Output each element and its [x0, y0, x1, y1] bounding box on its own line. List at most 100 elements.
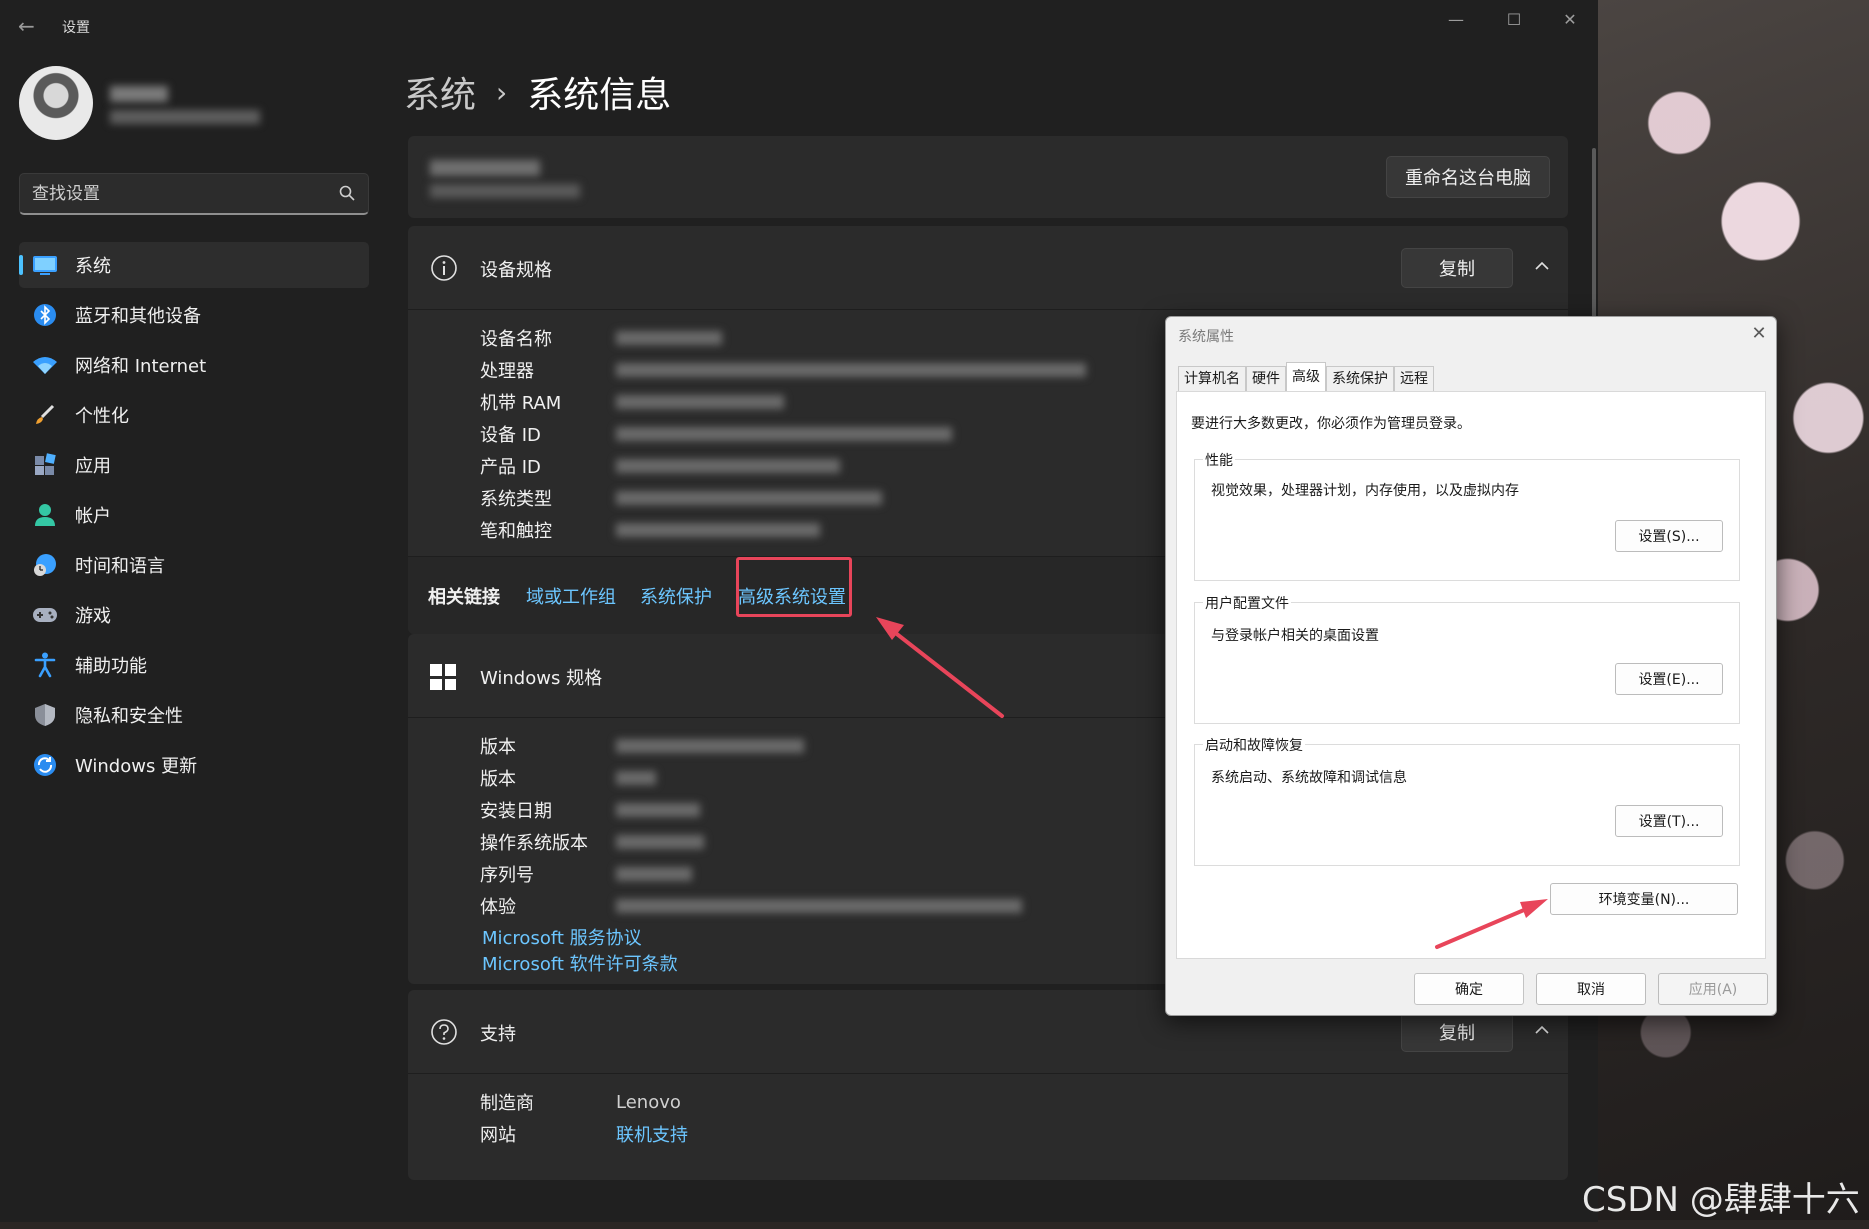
spec-row: 机带 RAM	[480, 386, 1086, 418]
rename-pc-button[interactable]: 重命名这台电脑	[1386, 156, 1550, 198]
sidebar-item-label: 蓝牙和其他设备	[75, 306, 201, 327]
sidebar-item-privacy[interactable]: 隐私和安全性	[19, 692, 369, 738]
spec-label: 笔和触控	[480, 521, 552, 542]
performance-settings-button[interactable]: 设置(S)...	[1615, 520, 1723, 552]
sidebar-item-label: 网络和 Internet	[75, 356, 207, 377]
sidebar-item-label: 辅助功能	[75, 656, 147, 677]
close-icon[interactable]: ✕	[1748, 323, 1770, 345]
startup-recovery-label: 启动和故障恢复	[1203, 735, 1305, 755]
breadcrumb-parent[interactable]: 系统	[404, 66, 476, 118]
sidebar-item-apps[interactable]: 应用	[19, 442, 369, 488]
copy-device-spec-button[interactable]: 复制	[1401, 248, 1513, 288]
system-protection-link[interactable]: 系统保护	[640, 583, 712, 609]
spec-label: 设备名称	[480, 329, 552, 350]
windows-logo-icon	[430, 664, 456, 690]
environment-variables-button[interactable]: 环境变量(N)...	[1550, 883, 1738, 915]
spec-row: 系统类型	[480, 482, 1086, 514]
spec-value-redacted	[616, 523, 820, 537]
spec-label: 体验	[480, 897, 516, 918]
support-title: 支持	[480, 1024, 516, 1045]
chevron-up-icon[interactable]	[1532, 256, 1552, 276]
back-arrow-icon[interactable]: ←	[18, 14, 42, 38]
sidebar-item-windows-update[interactable]: Windows 更新	[19, 742, 369, 788]
spec-label: 版本	[480, 737, 516, 758]
sidebar-item-label: 应用	[75, 456, 111, 477]
spec-row: 网站 联机支持	[480, 1118, 688, 1150]
profile-email-redacted	[110, 110, 260, 124]
spec-row: 序列号	[480, 858, 1022, 890]
manufacturer-label: 制造商	[480, 1093, 534, 1114]
spec-label: 处理器	[480, 361, 534, 382]
device-spec-rows: 设备名称 处理器 机带 RAM 设备 ID 产品 ID 系统类型 笔和触控	[480, 322, 1086, 546]
maximize-button[interactable]: ☐	[1494, 6, 1534, 34]
search-icon[interactable]	[338, 184, 356, 202]
sidebar-item-personalization[interactable]: 个性化	[19, 392, 369, 438]
startup-recovery-settings-button[interactable]: 设置(T)...	[1615, 805, 1723, 837]
tab-system-protection[interactable]: 系统保护	[1326, 366, 1394, 392]
spec-value-redacted	[616, 899, 1022, 913]
sidebar-item-label: 个性化	[75, 406, 129, 427]
copy-support-button[interactable]: 复制	[1401, 1012, 1513, 1052]
spec-value-redacted	[616, 427, 952, 441]
csdn-watermark: CSDN @肆肆十六	[1582, 1180, 1860, 1220]
ms-service-agreement-link[interactable]: Microsoft 服务协议	[482, 924, 642, 950]
spec-value-redacted	[616, 331, 722, 345]
windows-spec-rows: 版本 版本 安装日期 操作系统版本 序列号 体验	[480, 730, 1022, 922]
tab-computer-name[interactable]: 计算机名	[1178, 366, 1246, 392]
highlight-annotation-box	[736, 557, 852, 617]
online-support-link[interactable]: 联机支持	[616, 1121, 688, 1147]
spec-value-redacted	[616, 835, 704, 849]
chevron-up-icon[interactable]	[1532, 1020, 1552, 1040]
spec-value-redacted	[616, 771, 656, 785]
ms-license-terms-link[interactable]: Microsoft 软件许可条款	[482, 950, 678, 976]
ok-button[interactable]: 确定	[1414, 973, 1524, 1005]
shield-icon	[31, 701, 59, 729]
sidebar-item-network[interactable]: 网络和 Internet	[19, 342, 369, 388]
tab-remote[interactable]: 远程	[1394, 366, 1434, 392]
spec-label: 操作系统版本	[480, 833, 588, 854]
search-input[interactable]	[32, 183, 322, 205]
sidebar-item-label: 时间和语言	[75, 556, 165, 577]
sidebar-item-accessibility[interactable]: 辅助功能	[19, 642, 369, 688]
domain-workgroup-link[interactable]: 域或工作组	[526, 583, 616, 609]
sidebar-item-system[interactable]: 系统	[19, 242, 369, 288]
minimize-button[interactable]: —	[1436, 6, 1476, 34]
brush-icon	[31, 401, 59, 429]
spec-value-redacted	[616, 363, 1086, 377]
apply-button[interactable]: 应用(A)	[1658, 973, 1768, 1005]
close-button[interactable]: ✕	[1550, 6, 1590, 34]
wifi-icon	[31, 351, 59, 379]
search-box	[19, 173, 369, 215]
spec-row: 设备 ID	[480, 418, 1086, 450]
spec-label: 机带 RAM	[480, 393, 562, 414]
sidebar-item-gaming[interactable]: 游戏	[19, 592, 369, 638]
sidebar-item-accounts[interactable]: 帐户	[19, 492, 369, 538]
spec-label: 设备 ID	[480, 425, 541, 446]
spec-value-redacted	[616, 739, 804, 753]
profile-name-redacted	[110, 86, 168, 102]
tab-hardware[interactable]: 硬件	[1246, 366, 1286, 392]
spec-label: 序列号	[480, 865, 534, 886]
user-profiles-settings-button[interactable]: 设置(E)...	[1615, 663, 1723, 695]
spec-label: 安装日期	[480, 801, 552, 822]
sidebar-item-bluetooth[interactable]: 蓝牙和其他设备	[19, 292, 369, 338]
windows-spec-title: Windows 规格	[480, 668, 603, 689]
tab-advanced[interactable]: 高级	[1286, 362, 1326, 392]
device-spec-header[interactable]: 设备规格 复制	[408, 226, 1568, 310]
user-profiles-desc: 与登录帐户相关的桌面设置	[1211, 628, 1379, 644]
spec-label: 版本	[480, 769, 516, 790]
device-spec-title: 设备规格	[480, 260, 552, 281]
spec-value-redacted	[616, 395, 784, 409]
cancel-button[interactable]: 取消	[1536, 973, 1646, 1005]
help-icon	[431, 1019, 457, 1045]
bluetooth-icon	[31, 301, 59, 329]
system-properties-dialog: 系统属性 ✕ 计算机名 硬件 高级 系统保护 远程 要进行大多数更改，你必须作为…	[1165, 316, 1777, 1016]
sidebar-item-time-language[interactable]: 时间和语言	[19, 542, 369, 588]
monitor-icon	[31, 251, 59, 279]
sidebar-item-label: 游戏	[75, 606, 111, 627]
avatar[interactable]	[19, 66, 93, 140]
page-title: 系统信息	[527, 75, 672, 116]
dialog-tabs: 计算机名 硬件 高级 系统保护 远程	[1178, 362, 1434, 392]
spec-value-redacted	[616, 803, 700, 817]
spec-row: 版本	[480, 730, 1022, 762]
